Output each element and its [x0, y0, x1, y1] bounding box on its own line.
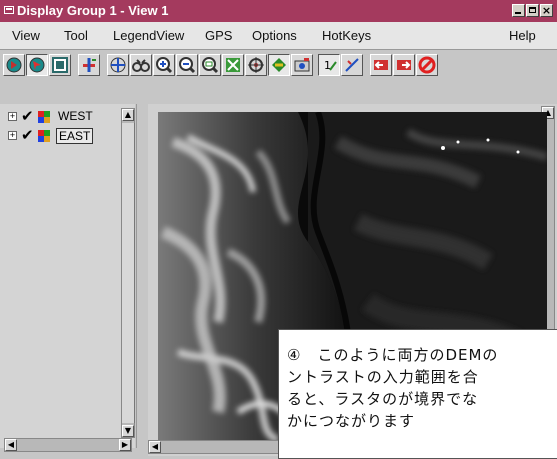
annotation-line: ④ このように両方のDEMの	[287, 346, 499, 364]
select-icon	[29, 57, 45, 73]
menu-legendview[interactable]: LegendView	[113, 28, 184, 43]
measure-icon	[345, 58, 359, 72]
add-layer-icon	[83, 58, 96, 72]
checkmark-icon[interactable]: ✔	[21, 128, 34, 143]
frame-button[interactable]	[49, 54, 71, 76]
annotation-line: ントラストの入力範囲を合	[287, 368, 479, 386]
legend-horizontal-scrollbar[interactable]: ◀ ▶	[4, 438, 132, 452]
pointer-tool-button[interactable]	[3, 54, 25, 76]
select-tool-button[interactable]	[26, 54, 48, 76]
full-extent-button[interactable]	[222, 54, 244, 76]
redraw-button[interactable]	[268, 54, 290, 76]
map-horizontal-scrollbar[interactable]: ◀	[148, 440, 288, 454]
pan-icon	[110, 57, 126, 73]
raster-layer-icon	[38, 130, 50, 142]
menu-hotkeys[interactable]: HotKeys	[322, 28, 371, 43]
one-to-one-icon: 1	[324, 59, 337, 72]
scroll-thumb[interactable]	[122, 123, 135, 423]
zoom-in-icon	[156, 57, 173, 74]
snapshot-button[interactable]	[291, 54, 313, 76]
zoom-out-icon	[179, 57, 196, 74]
frame-icon	[52, 57, 68, 73]
expand-icon[interactable]: +	[8, 131, 17, 140]
close-button[interactable]: ×	[540, 4, 553, 17]
scroll-left-arrow-icon[interactable]: ◀	[149, 441, 161, 453]
previous-view-button[interactable]	[370, 54, 392, 76]
next-view-icon	[397, 60, 411, 70]
menu-bar: View Tool LegendView GPS Options HotKeys…	[0, 22, 557, 50]
snapshot-icon	[294, 58, 310, 72]
full-extent-icon	[226, 58, 240, 72]
previous-view-icon	[374, 60, 388, 70]
minimize-button[interactable]	[512, 4, 525, 17]
window-menu-icon[interactable]	[4, 6, 14, 14]
menu-gps[interactable]: GPS	[205, 28, 232, 43]
pointer-icon	[6, 57, 22, 73]
one-to-one-button[interactable]: 1	[318, 54, 340, 76]
checkmark-icon[interactable]: ✔	[21, 109, 34, 124]
menu-options[interactable]: Options	[252, 28, 297, 43]
expand-icon[interactable]: +	[8, 112, 17, 121]
zoom-out-button[interactable]	[176, 54, 198, 76]
window-title: Display Group 1 - View 1	[17, 3, 169, 18]
annotation-line: かにつながります	[287, 412, 416, 430]
scroll-up-arrow-icon[interactable]: ▲	[122, 109, 134, 121]
pan-button[interactable]	[107, 54, 129, 76]
binoculars-icon	[132, 59, 150, 72]
menu-tool[interactable]: Tool	[64, 28, 88, 43]
title-bar[interactable]: Display Group 1 - View 1 ×	[0, 0, 557, 22]
locate-button[interactable]	[245, 54, 267, 76]
menu-help[interactable]: Help	[509, 28, 536, 43]
measure-button[interactable]	[341, 54, 363, 76]
zoom-in-button[interactable]	[153, 54, 175, 76]
locate-icon	[248, 57, 264, 73]
scroll-left-arrow-icon[interactable]: ◀	[5, 439, 17, 451]
redraw-icon	[272, 58, 286, 72]
scroll-down-arrow-icon[interactable]: ▼	[122, 425, 134, 437]
scroll-right-arrow-icon[interactable]: ▶	[119, 439, 131, 451]
legend-layer-east[interactable]: + ✔ EAST	[8, 127, 133, 146]
raster-layer-icon	[38, 111, 50, 123]
layer-label: EAST	[56, 128, 94, 144]
legend-panel: + ✔ WEST + ✔ EAST ▲ ▼ ◀ ▶	[0, 104, 135, 452]
zoom-box-icon	[202, 57, 219, 74]
maximize-button[interactable]	[526, 4, 539, 17]
svg-text:1: 1	[324, 59, 331, 72]
zoom-box-button[interactable]	[199, 54, 221, 76]
cancel-icon	[418, 56, 436, 74]
next-view-button[interactable]	[393, 54, 415, 76]
add-layer-button[interactable]	[78, 54, 100, 76]
annotation-line: ると、ラスタのが境界でな	[287, 390, 479, 408]
toolbar: 1	[0, 50, 557, 84]
binoculars-button[interactable]	[130, 54, 152, 76]
annotation-callout: ④ このように両方のDEMの ントラストの入力範囲を合 ると、ラスタのが境界でな…	[278, 329, 557, 459]
legend-vertical-scrollbar[interactable]: ▲ ▼	[121, 108, 135, 438]
menu-view[interactable]: View	[12, 28, 40, 43]
panel-splitter[interactable]	[136, 104, 146, 448]
legend-layer-west[interactable]: + ✔ WEST	[8, 108, 133, 127]
layer-label: WEST	[58, 109, 93, 123]
cancel-button[interactable]	[416, 54, 438, 76]
